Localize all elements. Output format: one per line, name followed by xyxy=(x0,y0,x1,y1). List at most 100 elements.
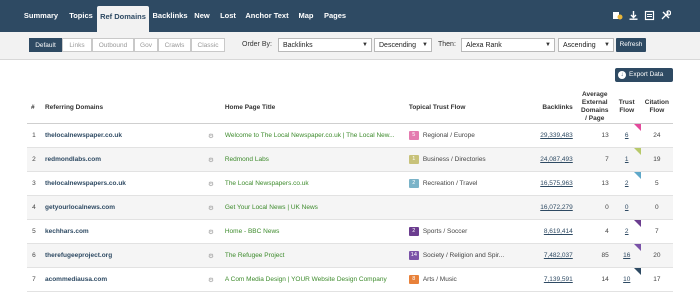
avg-external-domains: 14 xyxy=(576,267,613,292)
avg-external-domains: 4 xyxy=(576,219,613,244)
referring-domain-link[interactable]: thelocalnewspapers.co.uk xyxy=(40,171,201,196)
avg-external-domains: 7 xyxy=(576,147,613,172)
then-direction-value: Ascending xyxy=(563,42,596,49)
tab-map[interactable]: Map xyxy=(296,0,316,32)
col-topical-trust-flow[interactable]: Topical Trust Flow xyxy=(404,91,519,124)
topic-color-marker xyxy=(633,220,641,227)
ttf-badge: 2 xyxy=(408,227,419,236)
home-page-title: Redmond Labs xyxy=(220,147,405,172)
trust-flow-link[interactable]: 6 xyxy=(612,123,641,148)
ttf-topic: Arts / Music xyxy=(422,276,457,284)
referring-domain-link[interactable]: kechhars.com xyxy=(40,219,201,244)
gear-icon[interactable]: ⚙ xyxy=(200,267,221,292)
topic-color-marker xyxy=(633,268,641,275)
col-referring-domains[interactable]: Referring Domains xyxy=(40,91,201,124)
backlinks-link[interactable]: 7,139,591 xyxy=(518,267,577,292)
trust-flow-link[interactable]: 0 xyxy=(612,195,641,220)
view-links[interactable]: Links xyxy=(62,38,92,52)
download-icon: ↓ xyxy=(618,71,626,79)
backlinks-link[interactable]: 24,087,493 xyxy=(518,147,577,172)
table-row: 4 getyourlocalnews.com ⚙ Get Your Local New… xyxy=(27,195,673,220)
table-row: 6 therefugeeproject.org ⚙ The Refugee Proje… xyxy=(27,243,673,268)
referring-domain-link[interactable]: thelocalnewspaper.co.uk xyxy=(40,123,201,148)
home-page-title: The Local Newspapers.co.uk xyxy=(220,171,405,196)
download-icon[interactable] xyxy=(628,10,639,21)
backlinks-link[interactable]: 29,339,483 xyxy=(518,123,577,148)
backlinks-link[interactable]: 16,575,963 xyxy=(518,171,577,196)
view-crawls[interactable]: Crawls xyxy=(158,38,191,52)
referring-domain-link[interactable]: therefugeeproject.org xyxy=(40,243,201,268)
topical-trust-flow: 2 Recreation / Travel xyxy=(404,171,519,196)
avg-external-domains: 85 xyxy=(576,243,613,268)
tab-backlinks[interactable]: Backlinks xyxy=(152,0,188,32)
view-classic[interactable]: Classic xyxy=(191,38,225,52)
tab-ref-domains[interactable]: Ref Domains xyxy=(97,6,149,32)
tab-summary[interactable]: Summary xyxy=(20,0,62,32)
referring-domain-link[interactable]: acommediausa.com xyxy=(40,267,201,292)
tools-icon[interactable] xyxy=(660,10,672,21)
order-by-select[interactable]: Backlinks ▼ xyxy=(278,38,372,52)
then-label: Then: xyxy=(438,41,456,48)
tab-pages[interactable]: Pages xyxy=(322,0,348,32)
tab-anchor-text[interactable]: Anchor Text xyxy=(244,0,290,32)
gear-icon[interactable]: ⚙ xyxy=(200,147,221,172)
order-by-value: Backlinks xyxy=(283,42,313,49)
report-icon[interactable] xyxy=(644,10,655,21)
trust-flow-link[interactable]: 1 xyxy=(612,147,641,172)
referring-domain-link[interactable]: getyourlocalnews.com xyxy=(40,195,201,220)
history-icon[interactable] xyxy=(612,10,623,21)
tab-lost[interactable]: Lost xyxy=(217,0,239,32)
ref-domains-table: # Referring Domains Home Page Title Topi… xyxy=(27,91,673,292)
table-row: 2 redmondlabs.com ⚙ Redmond Labs 1 Business /… xyxy=(27,147,673,172)
view-default[interactable]: Default xyxy=(29,38,62,52)
citation-flow: 24 xyxy=(640,123,673,148)
home-page-title: A Com Media Design | YOUR Website Design… xyxy=(220,267,405,292)
avg-external-domains: 13 xyxy=(576,171,613,196)
referring-domain-link[interactable]: redmondlabs.com xyxy=(40,147,201,172)
order-by-label: Order By: xyxy=(242,41,272,48)
col-gear xyxy=(200,91,221,124)
ttf-topic: Society / Religion and Spir... xyxy=(422,252,505,260)
col-num[interactable]: # xyxy=(27,91,41,124)
topical-trust-flow: 14 Society / Religion and Spir... xyxy=(404,243,519,268)
backlinks-link[interactable]: 16,072,279 xyxy=(518,195,577,220)
trust-flow-value: 1 xyxy=(624,156,629,163)
then-select[interactable]: Alexa Rank ▼ xyxy=(461,38,555,52)
view-gov[interactable]: Gov xyxy=(134,38,158,52)
then-direction-select[interactable]: Ascending ▼ xyxy=(558,38,614,52)
col-citation-flow[interactable]: Citation Flow xyxy=(640,91,673,124)
ttf-topic: Sports / Soccer xyxy=(422,228,468,236)
col-backlinks[interactable]: Backlinks xyxy=(518,91,577,124)
trust-flow-link[interactable]: 2 xyxy=(612,219,641,244)
table-header-row: # Referring Domains Home Page Title Topi… xyxy=(27,91,673,124)
col-home-page-title[interactable]: Home Page Title xyxy=(220,91,405,124)
chevron-down-icon: ▼ xyxy=(362,42,368,48)
citation-flow: 17 xyxy=(640,267,673,292)
gear-icon[interactable]: ⚙ xyxy=(200,171,221,196)
home-page-title: The Refugee Project xyxy=(220,243,405,268)
backlinks-link[interactable]: 8,619,414 xyxy=(518,219,577,244)
trust-flow-value: 2 xyxy=(624,228,629,235)
gear-icon[interactable]: ⚙ xyxy=(200,219,221,244)
view-outbound[interactable]: Outbound xyxy=(92,38,134,52)
trust-flow-value: 0 xyxy=(624,204,629,211)
tab-topics[interactable]: Topics xyxy=(66,0,96,32)
citation-flow: 5 xyxy=(640,171,673,196)
trust-flow-link[interactable]: 10 xyxy=(612,267,641,292)
col-trust-flow[interactable]: Trust Flow xyxy=(612,91,641,124)
tab-new[interactable]: New xyxy=(192,0,212,32)
refresh-button[interactable]: Refresh xyxy=(616,38,646,52)
gear-icon[interactable]: ⚙ xyxy=(200,195,221,220)
topical-trust-flow: 5 Regional / Europe xyxy=(404,123,519,148)
trust-flow-link[interactable]: 16 xyxy=(612,243,641,268)
backlinks-link[interactable]: 7,482,037 xyxy=(518,243,577,268)
top-nav: Summary Topics Ref Domains Backlinks New… xyxy=(0,0,700,32)
gear-icon[interactable]: ⚙ xyxy=(200,123,221,148)
gear-icon[interactable]: ⚙ xyxy=(200,243,221,268)
ttf-topic: Regional / Europe xyxy=(422,132,475,140)
home-page-title: Welcome to The Local Newspaper.co.uk | T… xyxy=(220,123,405,148)
export-data-button[interactable]: ↓ Export Data xyxy=(615,68,673,82)
order-direction-select[interactable]: Descending ▼ xyxy=(374,38,432,52)
trust-flow-link[interactable]: 2 xyxy=(612,171,641,196)
col-avg-external-domains[interactable]: Average External Domains / Page xyxy=(576,91,613,124)
